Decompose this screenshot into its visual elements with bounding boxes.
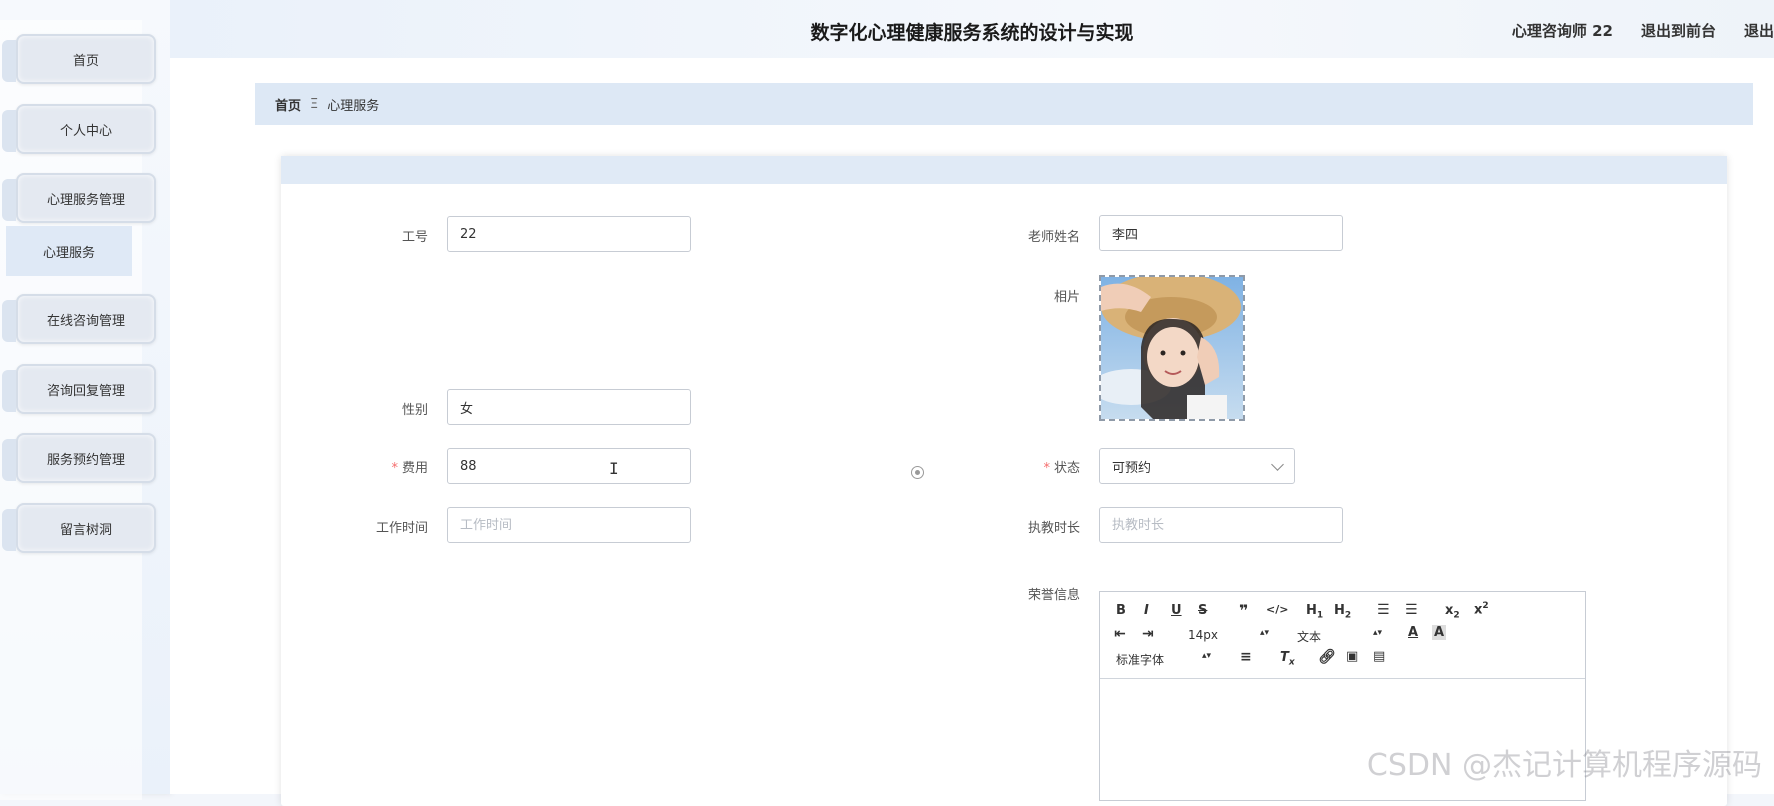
updown-icon: ▴▾ — [1202, 651, 1212, 661]
breadcrumb-current: 心理服务 — [327, 98, 380, 114]
required-mark: * — [391, 461, 398, 476]
sidebar-item-home[interactable]: 首页 — [2, 34, 156, 84]
teacher-name-input[interactable] — [1099, 215, 1343, 251]
current-user: 心理咨询师 22 — [1511, 22, 1613, 40]
teaching-years-input[interactable] — [1099, 507, 1343, 543]
subscript-icon[interactable]: x2 — [1445, 603, 1460, 621]
sidebar-item-label: 个人中心 — [59, 123, 112, 139]
bold-icon[interactable]: B — [1116, 603, 1126, 618]
teaching-years-label: 执教时长 — [1027, 521, 1080, 536]
underline-icon[interactable]: U — [1171, 603, 1182, 618]
ordered-list-icon[interactable]: ☰ — [1377, 602, 1390, 618]
status-label: * 状态 — [990, 457, 1080, 476]
status-label-text: 状态 — [1053, 461, 1080, 476]
header-actions: 心理咨询师 22 退出到前台 退出 — [1512, 20, 1774, 41]
font-family-select[interactable]: 标准字体 ▴▾ — [1116, 651, 1211, 668]
photo-label: 相片 — [1053, 290, 1080, 305]
text-cursor-icon: I — [609, 459, 619, 478]
sidebar-item-label: 在线咨询管理 — [46, 313, 125, 329]
sidebar: 首页 个人中心 心理服务管理 心理服务 在线咨询管理 咨询回复管理 服务预约管理… — [0, 0, 170, 800]
sidebar-item-label: 心理服务管理 — [46, 192, 125, 208]
work-time-input[interactable] — [447, 507, 691, 543]
sidebar-item-personal-center[interactable]: 个人中心 — [2, 104, 156, 154]
sidebar-item-label: 首页 — [72, 53, 99, 69]
breadcrumb: 首页 Ξ 心理服务 — [255, 83, 1753, 125]
code-block-icon[interactable]: </> — [1266, 603, 1288, 616]
video-icon[interactable]: ▤ — [1373, 649, 1385, 664]
sidebar-item-message-tree-hole[interactable]: 留言树洞 — [2, 503, 156, 553]
heading-2-icon[interactable]: H2 — [1334, 603, 1351, 621]
heading-1-icon[interactable]: H1 — [1306, 603, 1323, 621]
block-format-select[interactable]: 文本 ▴▾ — [1297, 628, 1382, 645]
breadcrumb-home[interactable]: 首页 — [275, 95, 301, 114]
top-header: 数字化心理健康服务系统的设计与实现 心理咨询师 22 退出到前台 退出 — [170, 0, 1774, 58]
status-select[interactable]: 可预约 — [1099, 448, 1295, 484]
link-icon[interactable]: 🔗︎ — [1318, 649, 1336, 665]
outdent-icon[interactable]: ⇤ — [1114, 626, 1126, 642]
image-icon[interactable]: ▣ — [1346, 649, 1358, 664]
card-header-bar — [281, 156, 1727, 184]
honors-label: 荣誉信息 — [1027, 588, 1080, 603]
font-size-select[interactable]: 14px ▴▾ — [1188, 628, 1269, 642]
bullet-list-icon[interactable]: ☰ — [1405, 602, 1418, 618]
work-time-label: 工作时间 — [375, 521, 428, 536]
sidebar-item-psych-service-mgmt[interactable]: 心理服务管理 — [2, 173, 156, 223]
required-mark: * — [1043, 461, 1050, 476]
updown-icon: ▴▾ — [1373, 628, 1383, 638]
superscript-icon[interactable]: x2 — [1474, 601, 1489, 617]
teacher-photo[interactable] — [1099, 275, 1245, 421]
gender-label: 性别 — [401, 403, 428, 418]
sidebar-subitem-psych-service[interactable]: 心理服务 — [6, 226, 132, 276]
strikethrough-icon[interactable]: S — [1198, 603, 1207, 618]
job-no-input[interactable] — [447, 216, 691, 252]
job-no-label: 工号 — [401, 230, 428, 245]
align-icon[interactable]: ≡ — [1240, 649, 1252, 665]
breadcrumb-separator-icon: Ξ — [310, 96, 319, 112]
logout-link[interactable]: 退出 — [1744, 20, 1774, 41]
status-selected-value: 可预约 — [1112, 460, 1152, 476]
font-color-icon[interactable]: A — [1408, 625, 1418, 640]
watermark: CSDN @杰记计算机程序源码 — [1366, 748, 1762, 783]
sidebar-item-service-booking-mgmt[interactable]: 服务预约管理 — [2, 433, 156, 483]
indent-icon[interactable]: ⇥ — [1142, 626, 1154, 642]
editor-toolbar: B I U S ❞ </> H1 H2 ☰ ☰ x2 x2 ⇤ ⇥ 14px ▴▾… — [1100, 592, 1585, 679]
updown-icon: ▴▾ — [1260, 628, 1270, 638]
sidebar-item-online-consult-mgmt[interactable]: 在线咨询管理 — [2, 294, 156, 344]
sidebar-item-consult-reply-mgmt[interactable]: 咨询回复管理 — [2, 364, 156, 414]
sidebar-item-label: 留言树洞 — [59, 522, 112, 538]
font-family-value: 标准字体 — [1116, 653, 1165, 667]
font-size-value: 14px — [1188, 628, 1218, 642]
photo-image-icon — [1101, 277, 1243, 419]
sidebar-item-label: 服务预约管理 — [46, 452, 125, 468]
sidebar-subitem-label: 心理服务 — [42, 245, 95, 261]
fee-input[interactable] — [447, 448, 691, 484]
background-color-icon[interactable]: A — [1432, 625, 1447, 640]
clear-circle-icon[interactable] — [911, 466, 924, 479]
sidebar-item-label: 咨询回复管理 — [46, 383, 125, 399]
block-format-value: 文本 — [1297, 630, 1322, 644]
clear-format-icon[interactable]: Tx — [1280, 650, 1295, 668]
teacher-name-label: 老师姓名 — [1027, 230, 1080, 245]
fee-label: * 费用 — [338, 457, 428, 476]
fee-label-text: 费用 — [401, 461, 428, 476]
chevron-down-icon — [1271, 458, 1284, 471]
gender-input[interactable] — [447, 389, 691, 425]
blockquote-icon[interactable]: ❞ — [1239, 601, 1248, 620]
italic-icon[interactable]: I — [1144, 603, 1149, 618]
exit-to-front-link[interactable]: 退出到前台 — [1641, 20, 1716, 41]
